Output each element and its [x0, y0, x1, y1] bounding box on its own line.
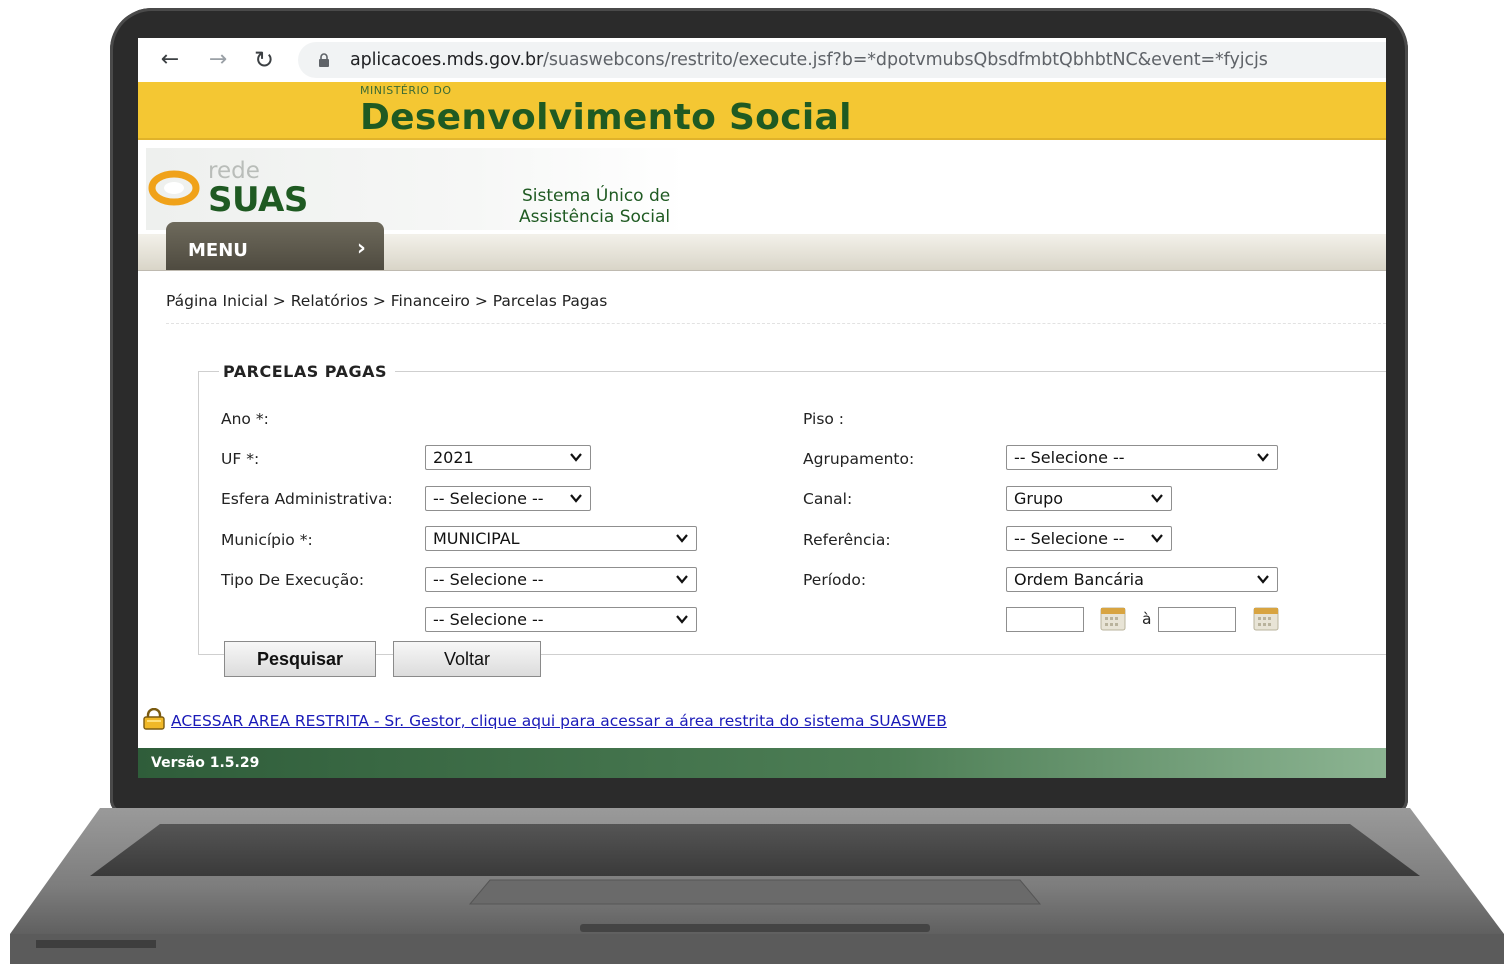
- restricted-area-link[interactable]: ACESSAR AREA RESTRITA - Sr. Gestor, cliq…: [171, 712, 947, 730]
- address-bar[interactable]: aplicacoes.mds.gov.br/suaswebcons/restri…: [298, 42, 1386, 78]
- label-uf: UF *:: [221, 450, 260, 468]
- chevron-down-icon: [570, 453, 582, 462]
- ministry-title: Desenvolvimento Social: [360, 97, 852, 138]
- label-municipio: Município *:: [221, 531, 313, 549]
- ministry-subtitle: MINISTÉRIO DO: [360, 84, 452, 97]
- uf-select[interactable]: -- Selecione --: [425, 486, 591, 511]
- url-path: /suaswebcons/restrito/execute.jsf?b=*dpo…: [543, 50, 1268, 70]
- padlock-icon: [143, 708, 165, 730]
- referencia-select[interactable]: Ordem Bancária: [1006, 567, 1278, 592]
- label-canal: Canal:: [803, 490, 853, 508]
- piso-select[interactable]: -- Selecione --: [1006, 445, 1278, 470]
- menu-bar: MENU ›: [138, 222, 1386, 271]
- footer-bar: Versão 1.5.29: [138, 748, 1386, 778]
- search-form-panel: PARCELAS PAGAS Ano *: UF *: Esfera Admin…: [198, 362, 1386, 677]
- periodo-start-input[interactable]: [1006, 607, 1084, 632]
- label-tipo-execucao: Tipo De Execução:: [221, 571, 365, 589]
- url-host: aplicacoes.mds.gov.br: [350, 50, 544, 70]
- chevron-down-icon: [1257, 575, 1269, 584]
- url-text: aplicacoes.mds.gov.br/suaswebcons/restri…: [350, 42, 1268, 78]
- chevron-right-icon: ›: [356, 236, 366, 261]
- label-referencia: Referência:: [803, 531, 891, 549]
- back-button[interactable]: Voltar: [393, 641, 541, 677]
- reload-icon[interactable]: ↻: [250, 46, 278, 74]
- system-name-line1: Sistema Único de: [522, 186, 671, 206]
- lock-icon: [319, 53, 329, 67]
- label-esfera: Esfera Administrativa:: [221, 490, 393, 508]
- back-arrow-icon[interactable]: ←: [156, 46, 184, 74]
- chevron-down-icon: [570, 494, 582, 503]
- system-name-line2: Assistência Social: [519, 207, 671, 227]
- form-title: PARCELAS PAGAS: [219, 362, 395, 381]
- breadcrumb: Página Inicial > Relatórios > Financeiro…: [166, 292, 608, 310]
- municipio-select-value: -- Selecione --: [433, 570, 544, 589]
- chevron-down-icon: [1257, 453, 1269, 462]
- calendar-icon[interactable]: [1253, 607, 1279, 631]
- laptop-base: [10, 806, 1504, 964]
- search-button[interactable]: Pesquisar: [224, 641, 376, 677]
- canal-select[interactable]: -- Selecione --: [1006, 526, 1172, 551]
- suas-swirl-icon: [148, 170, 200, 206]
- agrupamento-select[interactable]: Grupo: [1006, 486, 1172, 511]
- logo-suas-text: SUAS: [208, 180, 308, 220]
- esfera-select[interactable]: MUNICIPAL: [425, 526, 697, 551]
- tipo-execucao-select[interactable]: -- Selecione --: [425, 607, 697, 632]
- esfera-select-value: MUNICIPAL: [433, 529, 520, 548]
- periodo-end-input[interactable]: [1158, 607, 1236, 632]
- chevron-down-icon: [676, 615, 688, 624]
- periodo-separator: à: [1142, 610, 1152, 628]
- breadcrumb-divider: [166, 323, 1386, 324]
- label-piso: Piso :: [803, 410, 845, 428]
- chevron-down-icon: [676, 534, 688, 543]
- referencia-select-value: Ordem Bancária: [1014, 570, 1144, 589]
- forward-arrow-icon[interactable]: →: [204, 46, 232, 74]
- browser-screen: ← → ↻ aplicacoes.mds.gov.br/suaswebcons/…: [138, 38, 1386, 778]
- canal-select-value: -- Selecione --: [1014, 529, 1125, 548]
- calendar-icon[interactable]: [1100, 607, 1126, 631]
- chevron-down-icon: [1151, 534, 1163, 543]
- ano-select-value: 2021: [433, 448, 474, 467]
- version-label: Versão 1.5.29: [151, 755, 260, 771]
- menu-button[interactable]: MENU ›: [166, 222, 384, 270]
- municipio-select[interactable]: -- Selecione --: [425, 567, 697, 592]
- ano-select[interactable]: 2021: [425, 445, 591, 470]
- piso-select-value: -- Selecione --: [1014, 448, 1125, 467]
- ministry-banner: MINISTÉRIO DO Desenvolvimento Social: [138, 82, 1386, 140]
- label-agrupamento: Agrupamento:: [803, 450, 915, 468]
- chevron-down-icon: [676, 575, 688, 584]
- agrupamento-select-value: Grupo: [1014, 489, 1064, 508]
- uf-select-value: -- Selecione --: [433, 489, 544, 508]
- label-periodo: Período:: [803, 571, 867, 589]
- menu-label: MENU: [188, 240, 248, 261]
- chevron-down-icon: [1151, 494, 1163, 503]
- label-ano: Ano *:: [221, 410, 269, 428]
- tipo-execucao-select-value: -- Selecione --: [433, 610, 544, 629]
- browser-toolbar: ← → ↻ aplicacoes.mds.gov.br/suaswebcons/…: [138, 38, 1386, 82]
- logo-area: rede SUAS Sistema Único de Assistência S…: [138, 140, 1386, 234]
